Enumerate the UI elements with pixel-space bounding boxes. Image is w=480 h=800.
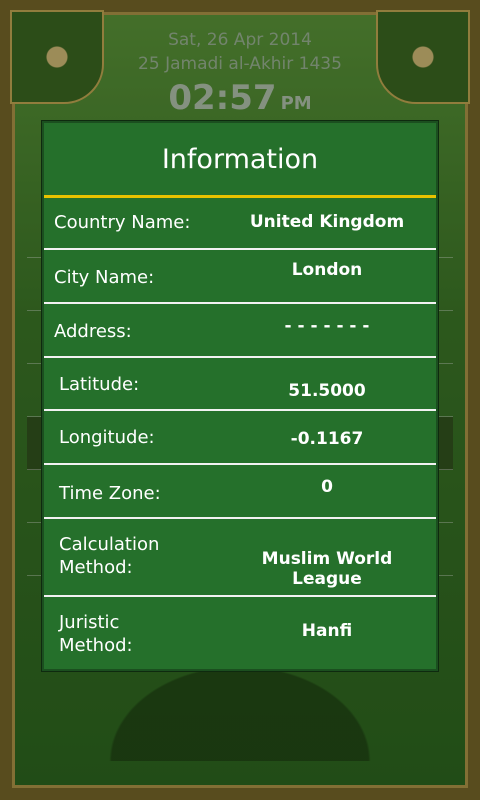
timezone-label: Time Zone:	[59, 483, 161, 504]
juristic-method-label: Juristic Method:	[59, 612, 133, 656]
city-value: London	[291, 260, 363, 280]
calculation-method-value: Muslim World League	[261, 549, 393, 589]
info-row-country: Country Name: United Kingdom	[44, 198, 436, 248]
address-value: - - - - - - -	[284, 316, 370, 336]
latitude-value: 51.5000	[288, 381, 366, 401]
info-row-timezone: Time Zone: 0	[44, 465, 436, 517]
latitude-label: Latitude:	[59, 374, 140, 395]
longitude-label: Longitude:	[59, 427, 155, 448]
info-row-calculation-method: Calculation Method: Muslim World League	[44, 519, 436, 595]
information-dialog: Information Country Name: United Kingdom…	[42, 121, 438, 671]
city-label: City Name:	[54, 267, 155, 288]
timezone-value: 0	[321, 477, 333, 497]
info-row-address: Address: - - - - - - -	[44, 304, 436, 356]
longitude-value: -0.1167	[290, 429, 364, 449]
info-row-city: City Name: London	[44, 250, 436, 302]
country-label: Country Name:	[54, 212, 191, 233]
calculation-method-label: Calculation Method:	[59, 534, 160, 578]
info-row-latitude: Latitude: 51.5000	[44, 358, 436, 409]
info-row-juristic-method: Juristic Method: Hanfi	[44, 597, 436, 673]
address-label: Address:	[54, 321, 132, 342]
country-value: United Kingdom	[249, 212, 405, 232]
info-row-longitude: Longitude: -0.1167	[44, 411, 436, 463]
dialog-title: Information	[161, 143, 319, 175]
info-rows: Country Name: United Kingdom City Name: …	[44, 198, 436, 673]
juristic-method-value: Hanfi	[301, 621, 353, 641]
